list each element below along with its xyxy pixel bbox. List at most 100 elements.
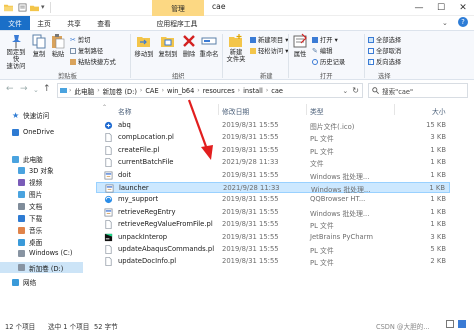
new-folder-button[interactable]: 新建 文件夹 bbox=[225, 33, 247, 63]
batch-icon bbox=[104, 171, 113, 180]
file-row[interactable]: updateDocInfo.pl 2019/8/31 15:55 PL 文件 2 KB bbox=[96, 256, 450, 267]
breadcrumb-item[interactable]: install bbox=[243, 87, 263, 95]
move-to-label: 移动到 bbox=[134, 51, 154, 58]
rename-button[interactable]: 重命名 bbox=[199, 33, 219, 58]
new-item-label: 新建项目 ▾ bbox=[258, 37, 289, 44]
file-row[interactable]: retrieveRegEntry 2019/8/31 15:55 Windows 批… bbox=[96, 207, 450, 218]
tab-home[interactable]: 主页 bbox=[32, 16, 56, 30]
paste-button[interactable]: 粘贴 bbox=[50, 33, 66, 58]
nav-item[interactable]: ★ 快速访问 bbox=[12, 110, 49, 120]
nav-item[interactable]: 音乐 bbox=[18, 225, 42, 235]
file-name: currentBatchFile bbox=[118, 158, 174, 167]
file-date: 2019/8/31 15:55 bbox=[222, 145, 279, 154]
file-size: 5 KB bbox=[430, 245, 446, 253]
help-icon[interactable]: ? bbox=[458, 17, 468, 27]
properties-button[interactable]: 属性 bbox=[291, 33, 309, 58]
file-row[interactable]: createFile.pl 2019/8/31 15:55 PL 文件 1 KB bbox=[96, 145, 450, 156]
cloud-icon bbox=[12, 128, 19, 136]
nav-item[interactable]: 文档 bbox=[18, 201, 42, 211]
file-type: 文件 bbox=[310, 160, 324, 169]
tab-file[interactable]: 文件 bbox=[0, 16, 30, 30]
qat-dropdown-icon[interactable]: ▾ bbox=[41, 3, 45, 11]
refresh-icon[interactable]: ↻ bbox=[352, 86, 359, 95]
cut-button[interactable]: ✂ 剪切 bbox=[70, 35, 90, 45]
copy-to-button[interactable]: 复制到 bbox=[157, 33, 179, 58]
column-header-type[interactable]: 类型 bbox=[310, 106, 324, 116]
maximize-button[interactable]: ☐ bbox=[430, 0, 452, 16]
details-view-icon[interactable] bbox=[446, 320, 454, 328]
address-bar[interactable]: › 此电脑 › 新加卷 (D:) › CAE › win_b64 › resou… bbox=[57, 83, 363, 98]
file-name: unpackInterop bbox=[118, 232, 168, 241]
open-icon bbox=[312, 36, 318, 43]
ribbon-expand-icon[interactable]: ⌄ bbox=[442, 19, 448, 27]
search-input[interactable]: 搜索"cae" bbox=[368, 83, 468, 98]
back-arrow-icon[interactable]: ← bbox=[6, 84, 14, 94]
paste-label: 粘贴 bbox=[51, 51, 65, 58]
file-row[interactable]: abq 2019/8/31 15:55 图片文件(.ico) 15 KB bbox=[96, 120, 450, 131]
nav-item[interactable]: 下载 bbox=[18, 213, 42, 223]
select-all-label: 全部选择 bbox=[376, 37, 402, 44]
nav-item[interactable]: 新加卷 (D:) bbox=[0, 262, 83, 273]
breadcrumb-item[interactable]: cae bbox=[271, 87, 283, 95]
delete-button[interactable]: 删除 bbox=[181, 33, 197, 58]
column-header-size[interactable]: 大小 bbox=[432, 106, 446, 116]
new-item-button[interactable]: 新建项目 ▾ bbox=[250, 35, 288, 44]
column-header-date[interactable]: 修改日期 bbox=[222, 106, 249, 116]
properties-icon[interactable] bbox=[18, 3, 27, 12]
select-none-button[interactable]: 全部取消 bbox=[368, 46, 401, 55]
file-row[interactable]: compLocation.pl 2019/8/31 15:55 PL 文件 3 KB bbox=[96, 132, 450, 143]
breadcrumb-item[interactable]: 新加卷 (D:) bbox=[103, 86, 137, 96]
nav-item[interactable]: 3D 对象 bbox=[18, 165, 54, 175]
nav-item[interactable]: OneDrive bbox=[12, 128, 54, 136]
breadcrumb-item[interactable]: win_b64 bbox=[167, 87, 194, 95]
manage-context-tab[interactable]: 管理 bbox=[152, 0, 204, 16]
file-name: abq bbox=[118, 121, 131, 129]
tab-view[interactable]: 查看 bbox=[92, 16, 116, 30]
large-icons-view-icon[interactable] bbox=[458, 320, 466, 328]
file-size: 1 KB bbox=[430, 195, 446, 204]
file-row[interactable]: launcher 2021/9/28 11:33 Windows 批处理... 1 K… bbox=[96, 182, 450, 194]
nav-item[interactable]: Windows (C:) bbox=[18, 249, 73, 257]
open-button[interactable]: 打开 ▾ bbox=[312, 35, 338, 44]
easy-access-button[interactable]: 轻松访问 ▾ bbox=[250, 46, 288, 55]
file-date: 2019/8/31 15:55 bbox=[222, 245, 279, 253]
tab-share[interactable]: 共享 bbox=[62, 16, 86, 30]
file-row[interactable]: currentBatchFile 2021/9/28 11:33 文件 1 KB bbox=[96, 157, 450, 168]
tab-app-tools[interactable]: 应用程序工具 bbox=[146, 16, 208, 30]
nav-item[interactable]: 图片 bbox=[18, 189, 42, 199]
selected-count: 选中 1 个项目 bbox=[48, 323, 90, 331]
file-row[interactable]: retrieveRegValueFromFile.pl 2019/8/31 15:… bbox=[96, 219, 450, 230]
close-button[interactable]: ✕ bbox=[452, 0, 474, 16]
open-group-label: 打开 bbox=[320, 73, 333, 80]
file-row[interactable]: unpackInterop 2019/8/31 15:55 JetBrains Py… bbox=[96, 232, 450, 243]
new-folder-icon[interactable] bbox=[30, 3, 39, 12]
edit-icon: ✎ bbox=[312, 46, 318, 55]
address-dropdown-icon[interactable]: ⌄ bbox=[342, 87, 348, 95]
minimize-button[interactable]: — bbox=[408, 0, 430, 16]
nav-item[interactable]: 此电脑 bbox=[12, 154, 43, 164]
select-all-button[interactable]: 全部选择 bbox=[368, 35, 401, 44]
recent-dropdown-icon[interactable]: ⌄ bbox=[33, 86, 39, 94]
move-to-button[interactable]: 移动到 bbox=[133, 33, 155, 58]
history-button[interactable]: 历史记录 bbox=[312, 57, 345, 66]
breadcrumb-item[interactable]: resources bbox=[203, 87, 235, 95]
nav-item[interactable]: 网络 bbox=[12, 277, 36, 287]
copy-button[interactable]: 复制 bbox=[30, 33, 48, 58]
edit-button[interactable]: ✎ 编辑 bbox=[312, 46, 332, 56]
pin-quick-access-button[interactable]: 固定到快 速访问 bbox=[4, 33, 28, 70]
clipboard-group-label: 剪贴板 bbox=[58, 73, 77, 80]
paste-shortcut-button[interactable]: 粘贴快捷方式 bbox=[70, 57, 116, 66]
file-row[interactable]: doit 2019/8/31 15:55 Windows 批处理... 1 KB bbox=[96, 170, 450, 181]
column-header-name[interactable]: 名称 bbox=[118, 106, 132, 116]
copy-path-button[interactable]: 复制路径 bbox=[70, 46, 103, 55]
breadcrumb-item[interactable]: CAE bbox=[145, 87, 158, 95]
file-row[interactable]: my_support 2019/8/31 15:55 QQBrowser HT...… bbox=[96, 194, 450, 205]
file-row[interactable]: updateAbaqusCommands.pl 2019/8/31 15:55 PL… bbox=[96, 244, 450, 255]
invert-selection-button[interactable]: 反向选择 bbox=[368, 57, 401, 66]
nav-item[interactable]: 桌面 bbox=[18, 237, 42, 247]
nav-item[interactable]: 视频 bbox=[18, 177, 42, 187]
breadcrumb-item[interactable]: 此电脑 bbox=[74, 86, 94, 96]
up-arrow-icon[interactable]: ↑ bbox=[43, 84, 51, 94]
nav-item-label: Windows (C:) bbox=[29, 249, 73, 257]
forward-arrow-icon[interactable]: → bbox=[20, 84, 28, 94]
